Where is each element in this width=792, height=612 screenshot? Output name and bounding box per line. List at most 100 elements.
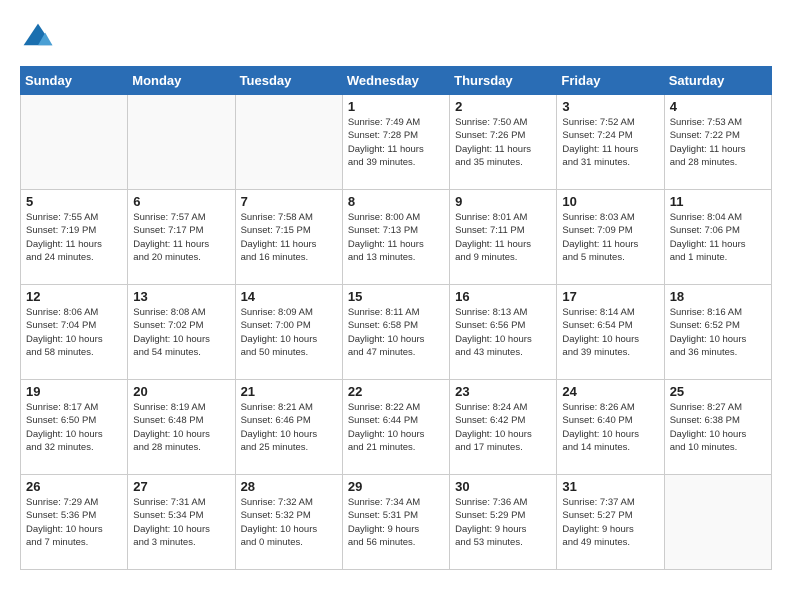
week-row-3: 12 Sunrise: 8:06 AM Sunset: 7:04 PM Dayli…: [21, 285, 772, 380]
calendar-cell: 16 Sunrise: 8:13 AM Sunset: 6:56 PM Dayli…: [450, 285, 557, 380]
day-number: 24: [562, 384, 658, 399]
day-info: Sunrise: 7:49 AM Sunset: 7:28 PM Dayligh…: [348, 116, 444, 169]
calendar-cell: 31Sunrise: 7:37 AM Sunset: 5:27 PM Dayli…: [557, 475, 664, 570]
week-row-5: 26 Sunrise: 7:29 AM Sunset: 5:36 PM Dayli…: [21, 475, 772, 570]
calendar-cell: 24 Sunrise: 8:26 AM Sunset: 6:40 PM Dayli…: [557, 380, 664, 475]
calendar-cell: 12 Sunrise: 8:06 AM Sunset: 7:04 PM Dayli…: [21, 285, 128, 380]
calendar-cell: [664, 475, 771, 570]
day-number: 23: [455, 384, 551, 399]
day-info: Sunrise: 8:27 AM Sunset: 6:38 PM Dayligh…: [670, 401, 766, 454]
day-number: 31: [562, 479, 658, 494]
weekday-header-row: SundayMondayTuesdayWednesdayThursdayFrid…: [21, 67, 772, 95]
day-info: Sunrise: 8:16 AM Sunset: 6:52 PM Dayligh…: [670, 306, 766, 359]
calendar-cell: 3Sunrise: 7:52 AM Sunset: 7:24 PM Daylig…: [557, 95, 664, 190]
calendar-cell: 15 Sunrise: 8:11 AM Sunset: 6:58 PM Dayli…: [342, 285, 449, 380]
day-number: 4: [670, 99, 766, 114]
calendar-cell: 30 Sunrise: 7:36 AM Sunset: 5:29 PM Dayli…: [450, 475, 557, 570]
day-info: Sunrise: 7:34 AM Sunset: 5:31 PM Dayligh…: [348, 496, 444, 549]
calendar-cell: 28 Sunrise: 7:32 AM Sunset: 5:32 PM Dayli…: [235, 475, 342, 570]
day-number: 10: [562, 194, 658, 209]
day-info: Sunrise: 7:31 AM Sunset: 5:34 PM Dayligh…: [133, 496, 229, 549]
day-info: Sunrise: 7:58 AM Sunset: 7:15 PM Dayligh…: [241, 211, 337, 264]
day-info: Sunrise: 8:17 AM Sunset: 6:50 PM Dayligh…: [26, 401, 122, 454]
calendar-cell: 21 Sunrise: 8:21 AM Sunset: 6:46 PM Dayli…: [235, 380, 342, 475]
day-info: Sunrise: 7:57 AM Sunset: 7:17 PM Dayligh…: [133, 211, 229, 264]
day-info: Sunrise: 8:22 AM Sunset: 6:44 PM Dayligh…: [348, 401, 444, 454]
day-number: 17: [562, 289, 658, 304]
day-info: Sunrise: 8:00 AM Sunset: 7:13 PM Dayligh…: [348, 211, 444, 264]
day-number: 13: [133, 289, 229, 304]
calendar-cell: 18 Sunrise: 8:16 AM Sunset: 6:52 PM Dayli…: [664, 285, 771, 380]
weekday-header-saturday: Saturday: [664, 67, 771, 95]
calendar-cell: 2 Sunrise: 7:50 AM Sunset: 7:26 PM Daylig…: [450, 95, 557, 190]
day-info: Sunrise: 7:36 AM Sunset: 5:29 PM Dayligh…: [455, 496, 551, 549]
logo: [20, 20, 60, 56]
calendar-cell: 26 Sunrise: 7:29 AM Sunset: 5:36 PM Dayli…: [21, 475, 128, 570]
calendar-cell: 14 Sunrise: 8:09 AM Sunset: 7:00 PM Dayli…: [235, 285, 342, 380]
day-number: 26: [26, 479, 122, 494]
calendar-cell: 20 Sunrise: 8:19 AM Sunset: 6:48 PM Dayli…: [128, 380, 235, 475]
day-number: 15: [348, 289, 444, 304]
logo-icon: [20, 20, 56, 56]
day-info: Sunrise: 7:55 AM Sunset: 7:19 PM Dayligh…: [26, 211, 122, 264]
day-info: Sunrise: 8:13 AM Sunset: 6:56 PM Dayligh…: [455, 306, 551, 359]
calendar-cell: 17 Sunrise: 8:14 AM Sunset: 6:54 PM Dayli…: [557, 285, 664, 380]
calendar-cell: 10 Sunrise: 8:03 AM Sunset: 7:09 PM Dayli…: [557, 190, 664, 285]
day-info: Sunrise: 8:04 AM Sunset: 7:06 PM Dayligh…: [670, 211, 766, 264]
day-number: 28: [241, 479, 337, 494]
day-info: Sunrise: 8:26 AM Sunset: 6:40 PM Dayligh…: [562, 401, 658, 454]
weekday-header-thursday: Thursday: [450, 67, 557, 95]
day-number: 11: [670, 194, 766, 209]
day-info: Sunrise: 7:50 AM Sunset: 7:26 PM Dayligh…: [455, 116, 551, 169]
calendar-cell: 25 Sunrise: 8:27 AM Sunset: 6:38 PM Dayli…: [664, 380, 771, 475]
calendar-cell: [235, 95, 342, 190]
weekday-header-tuesday: Tuesday: [235, 67, 342, 95]
weekday-header-friday: Friday: [557, 67, 664, 95]
day-number: 7: [241, 194, 337, 209]
weekday-header-sunday: Sunday: [21, 67, 128, 95]
page-header: [20, 20, 772, 56]
day-number: 30: [455, 479, 551, 494]
day-number: 20: [133, 384, 229, 399]
week-row-2: 5 Sunrise: 7:55 AM Sunset: 7:19 PM Daylig…: [21, 190, 772, 285]
day-number: 9: [455, 194, 551, 209]
day-info: Sunrise: 8:14 AM Sunset: 6:54 PM Dayligh…: [562, 306, 658, 359]
day-number: 16: [455, 289, 551, 304]
day-number: 2: [455, 99, 551, 114]
calendar-cell: 27Sunrise: 7:31 AM Sunset: 5:34 PM Dayli…: [128, 475, 235, 570]
day-number: 14: [241, 289, 337, 304]
calendar-cell: 7 Sunrise: 7:58 AM Sunset: 7:15 PM Daylig…: [235, 190, 342, 285]
day-info: Sunrise: 8:21 AM Sunset: 6:46 PM Dayligh…: [241, 401, 337, 454]
day-info: Sunrise: 8:19 AM Sunset: 6:48 PM Dayligh…: [133, 401, 229, 454]
day-number: 12: [26, 289, 122, 304]
day-info: Sunrise: 7:29 AM Sunset: 5:36 PM Dayligh…: [26, 496, 122, 549]
day-number: 8: [348, 194, 444, 209]
calendar-cell: 9Sunrise: 8:01 AM Sunset: 7:11 PM Daylig…: [450, 190, 557, 285]
calendar-cell: 22 Sunrise: 8:22 AM Sunset: 6:44 PM Dayli…: [342, 380, 449, 475]
day-info: Sunrise: 8:09 AM Sunset: 7:00 PM Dayligh…: [241, 306, 337, 359]
weekday-header-monday: Monday: [128, 67, 235, 95]
day-number: 19: [26, 384, 122, 399]
day-info: Sunrise: 8:06 AM Sunset: 7:04 PM Dayligh…: [26, 306, 122, 359]
calendar-cell: 6 Sunrise: 7:57 AM Sunset: 7:17 PM Daylig…: [128, 190, 235, 285]
day-number: 5: [26, 194, 122, 209]
day-number: 22: [348, 384, 444, 399]
weekday-header-wednesday: Wednesday: [342, 67, 449, 95]
day-number: 21: [241, 384, 337, 399]
day-info: Sunrise: 8:11 AM Sunset: 6:58 PM Dayligh…: [348, 306, 444, 359]
calendar-cell: 11 Sunrise: 8:04 AM Sunset: 7:06 PM Dayli…: [664, 190, 771, 285]
calendar-cell: 5 Sunrise: 7:55 AM Sunset: 7:19 PM Daylig…: [21, 190, 128, 285]
day-number: 18: [670, 289, 766, 304]
day-info: Sunrise: 7:52 AM Sunset: 7:24 PM Dayligh…: [562, 116, 658, 169]
day-number: 29: [348, 479, 444, 494]
week-row-1: 1Sunrise: 7:49 AM Sunset: 7:28 PM Daylig…: [21, 95, 772, 190]
day-info: Sunrise: 8:24 AM Sunset: 6:42 PM Dayligh…: [455, 401, 551, 454]
day-number: 6: [133, 194, 229, 209]
calendar-cell: 29 Sunrise: 7:34 AM Sunset: 5:31 PM Dayli…: [342, 475, 449, 570]
day-info: Sunrise: 8:03 AM Sunset: 7:09 PM Dayligh…: [562, 211, 658, 264]
day-info: Sunrise: 7:32 AM Sunset: 5:32 PM Dayligh…: [241, 496, 337, 549]
calendar-cell: [128, 95, 235, 190]
week-row-4: 19 Sunrise: 8:17 AM Sunset: 6:50 PM Dayli…: [21, 380, 772, 475]
day-number: 25: [670, 384, 766, 399]
calendar-cell: 19 Sunrise: 8:17 AM Sunset: 6:50 PM Dayli…: [21, 380, 128, 475]
